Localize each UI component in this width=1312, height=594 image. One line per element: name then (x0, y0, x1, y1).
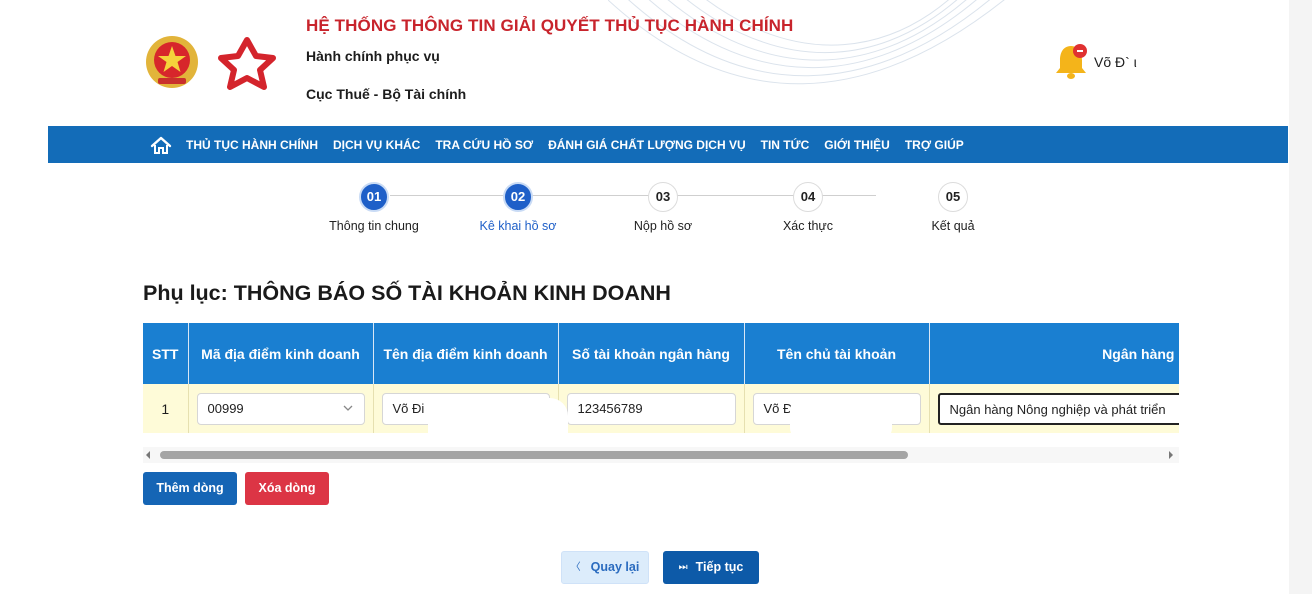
table-row: 1 00999 Võ Đi 123456789 Võ Đ Ngân hàng N… (143, 384, 1179, 433)
cell-stt: 1 (143, 384, 189, 433)
continue-button[interactable]: ⏭ Tiếp tục (663, 551, 759, 584)
back-button-label: Quay lại (590, 560, 640, 574)
step-thong-tin-chung[interactable]: 01 Thông tin chung (319, 178, 429, 233)
step-number: 04 (793, 182, 823, 212)
step-label: Thông tin chung (329, 219, 419, 233)
chevron-left-icon: 〈 (570, 562, 581, 573)
skip-next-icon: ⏭ (678, 562, 688, 573)
nav-dich-vu-khac[interactable]: DỊCH VỤ KHÁC (333, 138, 420, 152)
progress-stepper: 01 Thông tin chung 02 Kê khai hồ sơ 03 N… (0, 178, 1312, 238)
scroll-right-arrow-icon[interactable] (1169, 451, 1173, 459)
nav-tra-cuu-ho-so[interactable]: TRA CỨU HỒ SƠ (435, 138, 533, 152)
header-ten-chu-tk: Tên chủ tài khoản (744, 323, 930, 384)
nav-tro-giup[interactable]: TRỢ GIÚP (905, 138, 964, 152)
step-number: 03 (648, 182, 678, 212)
business-account-table: STT Mã địa điểm kinh doanh Tên địa điểm … (143, 323, 1179, 434)
nav-thu-tuc-hanh-chinh[interactable]: THỦ TỤC HÀNH CHÍNH (186, 138, 318, 152)
nav-gioi-thieu[interactable]: GIỚI THIỆU (824, 138, 890, 152)
cell-so-tai-khoan: 123456789 (558, 384, 745, 433)
redaction-mark (790, 398, 892, 440)
agency-name: Cục Thuế - Bộ Tài chính (306, 86, 467, 102)
system-title: HỆ THỐNG THÔNG TIN GIẢI QUYẾT THỦ TỤC HÀ… (306, 16, 794, 35)
step-xac-thuc[interactable]: 04 Xác thực (753, 178, 863, 233)
step-label: Kê khai hồ sơ (479, 219, 557, 233)
scroll-thumb[interactable] (160, 451, 908, 459)
table-horizontal-scrollbar[interactable] (143, 447, 1179, 463)
ma-dia-diem-select[interactable]: 00999 (196, 392, 365, 425)
site-header: HỆ THỐNG THÔNG TIN GIẢI QUYẾT THỦ TỤC HÀ… (48, 0, 1288, 126)
step-ke-khai-ho-so[interactable]: 02 Kê khai hồ sơ (463, 178, 573, 233)
user-name[interactable]: Võ Đ` ι (1094, 54, 1137, 70)
ma-dia-diem-value: 00999 (207, 400, 244, 416)
page-title: Phụ lục: THÔNG BÁO SỐ TÀI KHOẢN KINH DOA… (143, 281, 671, 305)
nav-tin-tuc[interactable]: TIN TỨC (761, 138, 810, 152)
scroll-left-arrow-icon[interactable] (146, 451, 150, 459)
cell-ngan-hang: Ngân hàng Nông nghiệp và phát triển (929, 384, 1179, 433)
nav-danh-gia-chat-luong[interactable]: ĐÁNH GIÁ CHẤT LƯỢNG DỊCH VỤ (548, 138, 746, 152)
home-icon[interactable] (150, 135, 172, 155)
notification-bell-icon[interactable] (1053, 42, 1089, 80)
header-so-tai-khoan: Số tài khoản ngân hàng (558, 323, 745, 384)
step-ket-qua[interactable]: 05 Kết quả (898, 178, 1008, 233)
delete-row-button[interactable]: Xóa dòng (245, 472, 329, 505)
header-ngan-hang: Ngân hàng (929, 323, 1179, 384)
ngan-hang-select[interactable]: Ngân hàng Nông nghiệp và phát triển (937, 392, 1179, 425)
back-button[interactable]: 〈 Quay lại (561, 551, 649, 584)
chevron-down-icon (343, 405, 352, 411)
header-ma-dia-diem: Mã địa điểm kinh doanh (188, 323, 374, 384)
step-label: Kết quả (931, 219, 975, 233)
table-header-row: STT Mã địa điểm kinh doanh Tên địa điểm … (143, 323, 1179, 384)
step-number: 05 (938, 182, 968, 212)
main-navbar: THỦ TỤC HÀNH CHÍNH DỊCH VỤ KHÁC TRA CỨU … (48, 126, 1288, 163)
cell-ma-dia-diem: 00999 (188, 384, 374, 433)
continue-button-label: Tiếp tục (695, 560, 744, 574)
national-emblem-icon (146, 36, 198, 88)
header-ten-dia-diem: Tên địa điểm kinh doanh (373, 323, 559, 384)
header-stt: STT (143, 323, 189, 384)
agency-logo-icon (218, 37, 276, 90)
step-number: 01 (359, 182, 389, 212)
step-label: Xác thực (782, 219, 834, 233)
so-tai-khoan-input[interactable]: 123456789 (566, 392, 736, 425)
page-edge (1289, 0, 1312, 594)
add-row-button[interactable]: Thêm dòng (143, 472, 237, 505)
system-subtitle: Hành chính phục vụ (306, 48, 440, 64)
step-label: Nộp hồ sơ (633, 219, 693, 233)
step-nop-ho-so[interactable]: 03 Nộp hồ sơ (608, 178, 718, 233)
step-number: 02 (503, 182, 533, 212)
